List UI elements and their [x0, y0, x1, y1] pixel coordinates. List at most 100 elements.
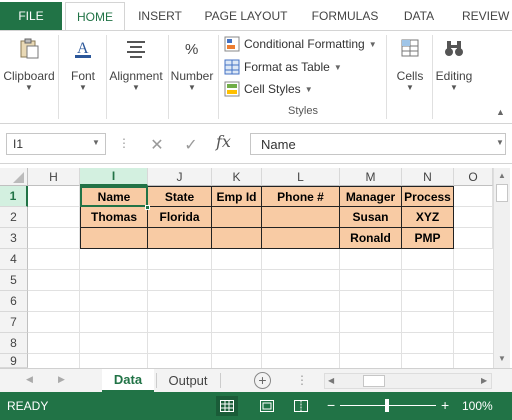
tab-data[interactable]: DATA — [394, 2, 444, 30]
spreadsheet-grid[interactable]: H I J K L M N O 1 2 3 4 5 6 7 8 9 Name S… — [0, 168, 493, 368]
editing-group[interactable]: Editing ▼ — [432, 31, 476, 123]
cell-n3[interactable]: PMP — [402, 228, 454, 249]
collapse-ribbon-icon[interactable]: ▲ — [496, 107, 505, 117]
column-header-i[interactable]: I — [80, 168, 148, 186]
column-header-h[interactable]: H — [28, 168, 80, 186]
clipboard-label: Clipboard — [3, 69, 55, 83]
column-header-m[interactable]: M — [340, 168, 402, 186]
next-sheet-icon[interactable]: ▶ — [58, 374, 65, 385]
cell-h1[interactable] — [28, 186, 80, 207]
chevron-down-icon: ▼ — [450, 83, 458, 92]
number-group[interactable]: % Number ▼ — [168, 31, 216, 123]
binoculars-icon — [445, 41, 463, 56]
cell-j1[interactable]: State — [148, 186, 212, 207]
horizontal-scrollbar[interactable]: ◀ ▶ — [324, 373, 492, 389]
row-header-8[interactable]: 8 — [0, 333, 28, 354]
cell-styles-label: Cell Styles — [244, 82, 301, 96]
conditional-formatting-label: Conditional Formatting — [244, 37, 365, 51]
cell-o2[interactable] — [454, 207, 493, 228]
row-header-2[interactable]: 2 — [0, 207, 28, 228]
tab-formulas[interactable]: FORMULAS — [306, 2, 384, 30]
horizontal-scroll-thumb[interactable] — [363, 375, 385, 387]
sheet-tab-bar: ◀ ▶ Data Output + ⋮ ◀ ▶ — [0, 368, 512, 392]
number-label: Number — [170, 69, 214, 83]
vertical-scrollbar[interactable]: ▲ ▼ — [493, 168, 510, 368]
cell-k1[interactable]: Emp Id — [212, 186, 262, 207]
cell-i1[interactable]: Name — [80, 186, 148, 207]
row-header-4[interactable]: 4 — [0, 249, 28, 270]
row-header-7[interactable]: 7 — [0, 312, 28, 333]
cell-styles-button[interactable]: Cell Styles ▼ — [224, 79, 313, 99]
cell-m2[interactable]: Susan — [340, 207, 402, 228]
cell-o1[interactable] — [454, 186, 493, 207]
scroll-down-icon[interactable]: ▼ — [498, 354, 506, 363]
zoom-level[interactable]: 100% — [462, 399, 493, 413]
font-group[interactable]: A Font ▼ — [62, 31, 104, 123]
column-header-k[interactable]: K — [212, 168, 262, 186]
row-header-6[interactable]: 6 — [0, 291, 28, 312]
scroll-up-icon[interactable]: ▲ — [498, 171, 506, 180]
insert-function-button[interactable]: fx — [216, 132, 231, 151]
clipboard-group[interactable]: Clipboard ▼ — [0, 31, 58, 123]
cell-o3[interactable] — [454, 228, 493, 249]
conditional-formatting-button[interactable]: Conditional Formatting ▼ — [224, 34, 377, 54]
alignment-label: Alignment — [109, 69, 163, 83]
page-break-view-button[interactable] — [290, 396, 312, 416]
zoom-out-button[interactable]: − — [327, 397, 335, 413]
row-header-1[interactable]: 1 — [0, 186, 28, 207]
editing-label: Editing — [435, 69, 473, 83]
cell-n1[interactable]: Process — [402, 186, 454, 207]
normal-view-button[interactable] — [216, 396, 238, 416]
add-sheet-icon[interactable]: + — [254, 372, 271, 389]
tab-split-dots-icon[interactable]: ⋮ — [296, 373, 308, 387]
tab-insert[interactable]: INSERT — [130, 2, 190, 30]
column-header-j[interactable]: J — [148, 168, 212, 186]
sheet-tab-data[interactable]: Data — [102, 369, 154, 392]
cell-l1[interactable]: Phone # — [262, 186, 340, 207]
cell-h2[interactable] — [28, 207, 80, 228]
name-box[interactable]: I1 — [6, 133, 106, 155]
fill-handle[interactable] — [145, 205, 150, 210]
row-header-9[interactable]: 9 — [0, 354, 28, 368]
column-header-l[interactable]: L — [262, 168, 340, 186]
tab-home[interactable]: HOME — [65, 2, 125, 30]
empty-cells-area[interactable] — [28, 249, 493, 368]
cells-group[interactable]: Cells ▼ — [388, 31, 432, 123]
tab-review[interactable]: REVIEW — [454, 2, 512, 30]
formula-input[interactable]: Name — [250, 133, 506, 155]
column-header-o[interactable]: O — [454, 168, 493, 186]
enter-check-icon[interactable]: ✓ — [180, 134, 202, 156]
page-layout-view-button[interactable] — [256, 396, 278, 416]
cell-h3[interactable] — [28, 228, 80, 249]
column-header-n[interactable]: N — [402, 168, 454, 186]
cell-j3[interactable] — [148, 228, 212, 249]
alignment-group[interactable]: Alignment ▼ — [106, 31, 166, 123]
cell-m3[interactable]: Ronald — [340, 228, 402, 249]
chevron-down-icon[interactable]: ▼ — [496, 138, 504, 147]
cell-m1[interactable]: Manager — [340, 186, 402, 207]
cell-l3[interactable] — [262, 228, 340, 249]
cell-i2[interactable]: Thomas — [80, 207, 148, 228]
select-all-corner[interactable] — [0, 168, 28, 186]
cell-l2[interactable] — [262, 207, 340, 228]
cell-k3[interactable] — [212, 228, 262, 249]
chevron-down-icon[interactable]: ▼ — [92, 138, 100, 147]
scroll-left-icon[interactable]: ◀ — [328, 376, 334, 385]
zoom-in-button[interactable]: + — [441, 397, 449, 413]
sheet-divider — [220, 373, 221, 388]
prev-sheet-icon[interactable]: ◀ — [26, 374, 33, 385]
cell-j2[interactable]: Florida — [148, 207, 212, 228]
cell-i3[interactable] — [80, 228, 148, 249]
zoom-slider-thumb[interactable] — [385, 399, 389, 412]
cell-n2[interactable]: XYZ — [402, 207, 454, 228]
scroll-right-icon[interactable]: ▶ — [481, 376, 487, 385]
cell-k2[interactable] — [212, 207, 262, 228]
sheet-tab-output[interactable]: Output — [158, 369, 218, 392]
vertical-scroll-thumb[interactable] — [496, 184, 508, 202]
cancel-icon[interactable]: ✕ — [146, 134, 168, 156]
tab-page-layout[interactable]: PAGE LAYOUT — [196, 2, 296, 30]
row-header-3[interactable]: 3 — [0, 228, 28, 249]
row-header-5[interactable]: 5 — [0, 270, 28, 291]
format-as-table-button[interactable]: Format as Table ▼ — [224, 57, 342, 77]
tab-file[interactable]: FILE — [0, 2, 62, 30]
